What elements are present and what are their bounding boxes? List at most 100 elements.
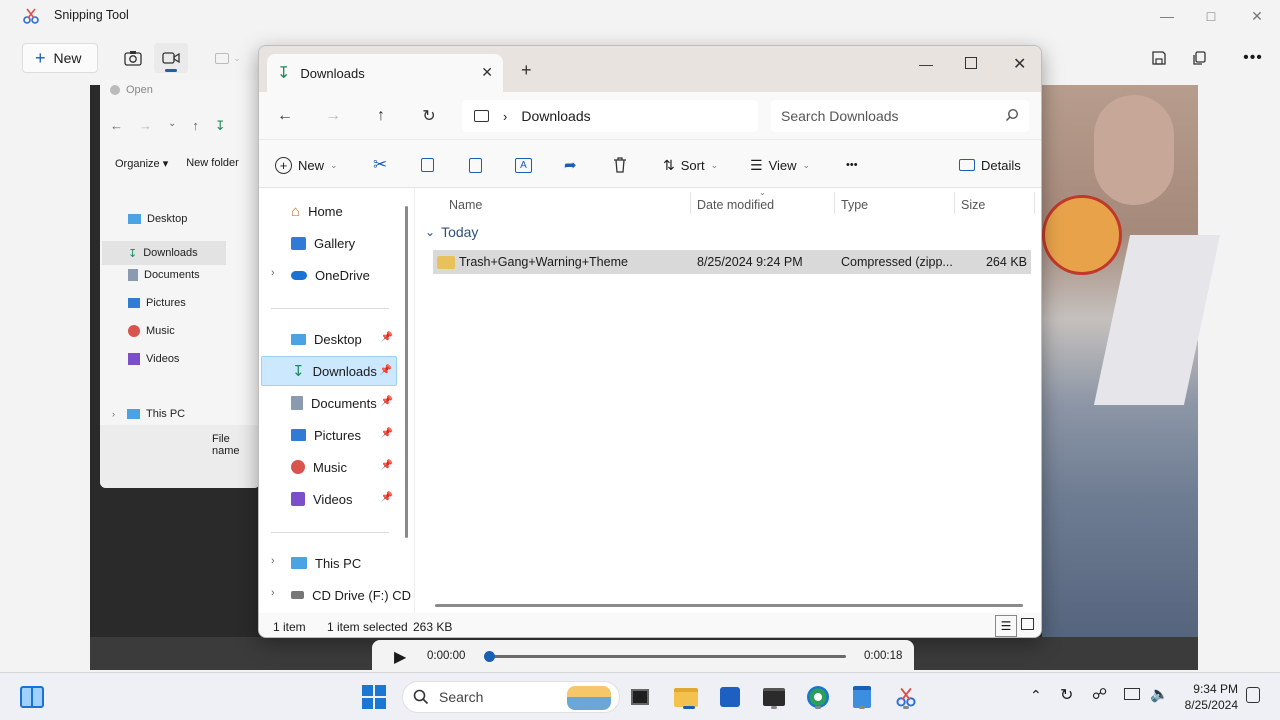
- close-icon[interactable]: ✕: [1234, 4, 1280, 28]
- tiles-view-icon[interactable]: [1021, 618, 1034, 630]
- old-nav-music[interactable]: Music: [128, 325, 175, 337]
- chevron-right-icon[interactable]: ›: [271, 267, 275, 279]
- minimize-icon[interactable]: —: [1144, 4, 1190, 28]
- nav-cddrive[interactable]: › CD Drive (F:) CD: [261, 580, 411, 610]
- refresh-icon[interactable]: ↻: [415, 104, 443, 128]
- up-arrow-icon[interactable]: ↑: [192, 118, 199, 134]
- forward-arrow-icon[interactable]: →: [319, 104, 347, 128]
- nav-gallery[interactable]: Gallery: [261, 228, 397, 258]
- nav-label: Documents: [311, 395, 377, 411]
- nav-scrollbar[interactable]: [405, 206, 408, 538]
- new-item-button[interactable]: + New ⌄: [275, 150, 338, 180]
- back-arrow-icon[interactable]: ←: [271, 104, 299, 128]
- more-options-icon[interactable]: •••: [846, 150, 858, 180]
- up-arrow-icon[interactable]: ↑: [367, 104, 395, 128]
- rename-icon[interactable]: A: [515, 150, 532, 180]
- old-nav-thispc[interactable]: › This PC: [112, 408, 185, 420]
- nav-music[interactable]: Music 📌: [261, 452, 397, 482]
- address-bar[interactable]: › Downloads: [462, 100, 758, 132]
- view-button[interactable]: ☰ View ⌄: [750, 150, 810, 180]
- old-nav-videos[interactable]: Videos: [128, 353, 179, 365]
- breadcrumb[interactable]: Downloads: [521, 108, 590, 124]
- copy-icon[interactable]: [421, 150, 434, 180]
- minimize-icon[interactable]: —: [919, 56, 933, 72]
- chevron-down-icon[interactable]: ⌄: [168, 118, 176, 134]
- delete-icon[interactable]: [613, 150, 627, 180]
- notification-icon[interactable]: [1246, 687, 1260, 703]
- organize-button[interactable]: Organize ▾: [115, 157, 168, 170]
- details-view-icon[interactable]: ☰: [995, 615, 1017, 637]
- new-snip-button[interactable]: + New: [22, 43, 98, 73]
- widgets-icon[interactable]: [18, 683, 46, 711]
- nav-desktop[interactable]: Desktop 📌: [261, 324, 397, 354]
- snipping-tool-taskbar-icon[interactable]: [892, 683, 920, 711]
- network-icon[interactable]: ☍: [1092, 685, 1107, 703]
- old-nav-downloads[interactable]: ↧ Downloads: [102, 241, 226, 265]
- store-icon[interactable]: [716, 683, 744, 711]
- old-nav-pictures[interactable]: Pictures: [128, 297, 186, 309]
- video-mode-button[interactable]: [154, 43, 188, 73]
- chevron-right-icon[interactable]: ›: [271, 587, 275, 599]
- forward-arrow-icon[interactable]: →: [139, 118, 152, 134]
- column-name[interactable]: Name: [449, 198, 482, 212]
- seek-bar[interactable]: [484, 651, 846, 662]
- nav-videos[interactable]: Videos 📌: [261, 484, 397, 514]
- paste-icon[interactable]: [469, 150, 482, 180]
- snip-shape-dropdown[interactable]: ⌄: [206, 43, 250, 73]
- nav-downloads[interactable]: ↧ Downloads 📌: [261, 356, 397, 386]
- old-nav-documents[interactable]: Documents: [128, 269, 200, 281]
- tab-downloads[interactable]: ↧ Downloads ✕: [267, 54, 503, 92]
- file-explorer-taskbar-icon[interactable]: [672, 683, 700, 711]
- task-view-icon[interactable]: [626, 683, 654, 711]
- selected-size: 263 KB: [413, 620, 453, 634]
- nav-pictures[interactable]: Pictures 📌: [261, 420, 397, 450]
- start-icon[interactable]: [360, 683, 388, 711]
- file-size: 264 KB: [985, 255, 1027, 269]
- column-date[interactable]: Date modified: [697, 198, 774, 212]
- play-icon[interactable]: ▶: [394, 647, 406, 667]
- group-header-today[interactable]: ⌄ Today: [425, 224, 478, 240]
- document-icon: [128, 269, 138, 281]
- details-pane-button[interactable]: Details: [959, 150, 1021, 180]
- clock-date: 8/25/2024: [1184, 698, 1238, 712]
- nav-home[interactable]: ⌂ Home: [261, 196, 397, 226]
- save-button[interactable]: [1142, 43, 1176, 73]
- pin-icon: 📌: [380, 396, 393, 407]
- maximize-icon[interactable]: □: [1188, 4, 1234, 28]
- old-nav-desktop[interactable]: Desktop: [128, 213, 187, 225]
- more-options-icon[interactable]: •••: [1236, 43, 1270, 73]
- horizontal-scrollbar[interactable]: [435, 604, 1023, 607]
- new-tab-icon[interactable]: +: [521, 60, 532, 81]
- taskbar-search[interactable]: Search: [402, 681, 620, 713]
- column-size[interactable]: Size: [961, 198, 985, 212]
- notepad-icon[interactable]: [848, 683, 876, 711]
- close-tab-icon[interactable]: ✕: [481, 64, 493, 81]
- nav-label: This PC: [315, 555, 362, 571]
- nav-thispc[interactable]: › This PC: [261, 548, 397, 578]
- nav-documents[interactable]: Documents 📌: [261, 388, 397, 418]
- terminal-icon[interactable]: [760, 683, 788, 711]
- column-type[interactable]: Type: [841, 198, 868, 212]
- maximize-icon[interactable]: [965, 57, 977, 69]
- chevron-right-icon[interactable]: ›: [271, 555, 275, 567]
- chevron-down-icon: ⌄: [802, 159, 811, 170]
- close-icon[interactable]: ✕: [1013, 54, 1026, 74]
- sort-button[interactable]: ⇅ Sort ⌄: [663, 150, 718, 180]
- back-arrow-icon[interactable]: ←: [110, 118, 123, 134]
- nav-onedrive[interactable]: › OneDrive: [261, 260, 397, 290]
- search-input[interactable]: Search Downloads: [771, 100, 1029, 132]
- seek-handle[interactable]: [484, 651, 495, 662]
- browser-icon[interactable]: [804, 683, 832, 711]
- sync-icon[interactable]: ↻: [1060, 685, 1073, 705]
- new-folder-button[interactable]: New folder: [186, 157, 239, 170]
- copy-button[interactable]: [1182, 43, 1216, 73]
- nav-label: Videos: [313, 491, 353, 507]
- table-row[interactable]: Trash+Gang+Warning+Theme 8/25/2024 9:24 …: [433, 250, 1031, 274]
- volume-icon[interactable]: 🔈: [1150, 685, 1169, 703]
- system-clock[interactable]: 9:34 PM 8/25/2024: [1185, 681, 1238, 713]
- chevron-up-icon[interactable]: ⌃: [1030, 687, 1042, 704]
- share-icon[interactable]: ➦: [564, 150, 577, 180]
- camera-mode-button[interactable]: [116, 43, 150, 73]
- display-icon[interactable]: [1124, 688, 1140, 700]
- cut-icon[interactable]: ✂: [373, 150, 387, 180]
